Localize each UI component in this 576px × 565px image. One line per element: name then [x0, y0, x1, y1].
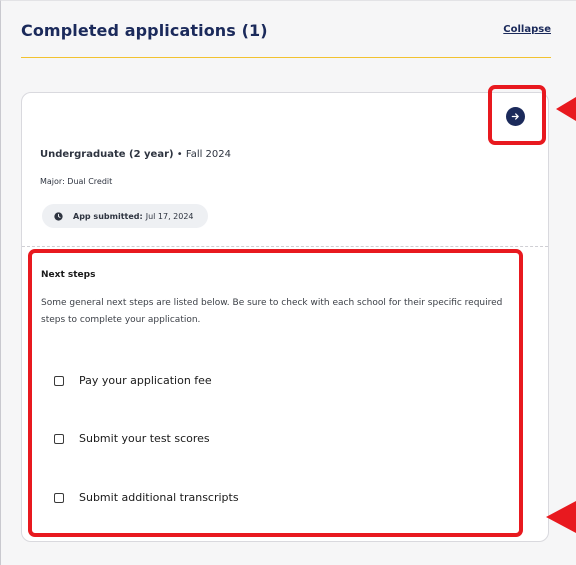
step-submit-additional-transcripts[interactable]: Submit additional transcripts: [54, 491, 239, 504]
annotation-pointer-bottom: [546, 501, 576, 533]
arrow-right-icon: [511, 113, 519, 120]
step-pay-application-fee[interactable]: Pay your application fee: [54, 374, 212, 387]
submitted-date: Jul 17, 2024: [145, 211, 194, 221]
completed-applications-panel: Completed applications (1) Collapse Unde…: [0, 0, 576, 565]
checkbox[interactable]: [54, 433, 64, 444]
program-name: Undergraduate (2 year): [40, 149, 174, 160]
section-title: Completed applications (1): [21, 21, 268, 40]
checkbox[interactable]: [54, 375, 64, 386]
open-application-button[interactable]: [506, 107, 525, 126]
step-label: Pay your application fee: [79, 374, 212, 387]
section-divider: [21, 57, 551, 58]
submitted-status-badge: App submitted: Jul 17, 2024: [42, 204, 208, 228]
checkbox[interactable]: [54, 492, 64, 503]
program-term-line: Undergraduate (2 year) • Fall 2024: [40, 149, 231, 160]
step-submit-test-scores[interactable]: Submit your test scores: [54, 432, 210, 445]
next-steps-title: Next steps: [41, 270, 96, 280]
submitted-label: App submitted:: [73, 211, 143, 221]
step-label: Submit your test scores: [79, 432, 210, 445]
collapse-link[interactable]: Collapse: [503, 24, 551, 35]
annotation-pointer-top: [556, 97, 576, 121]
term-label: Fall 2024: [185, 149, 232, 160]
major-label: Major: Dual Credit: [40, 177, 113, 186]
card-divider: [22, 246, 548, 247]
clock-icon: [54, 211, 63, 221]
next-steps-description: Some general next steps are listed below…: [41, 298, 503, 325]
separator: •: [173, 149, 186, 160]
section-header: Completed applications (1) Collapse: [21, 21, 551, 61]
step-label: Submit additional transcripts: [79, 491, 239, 504]
